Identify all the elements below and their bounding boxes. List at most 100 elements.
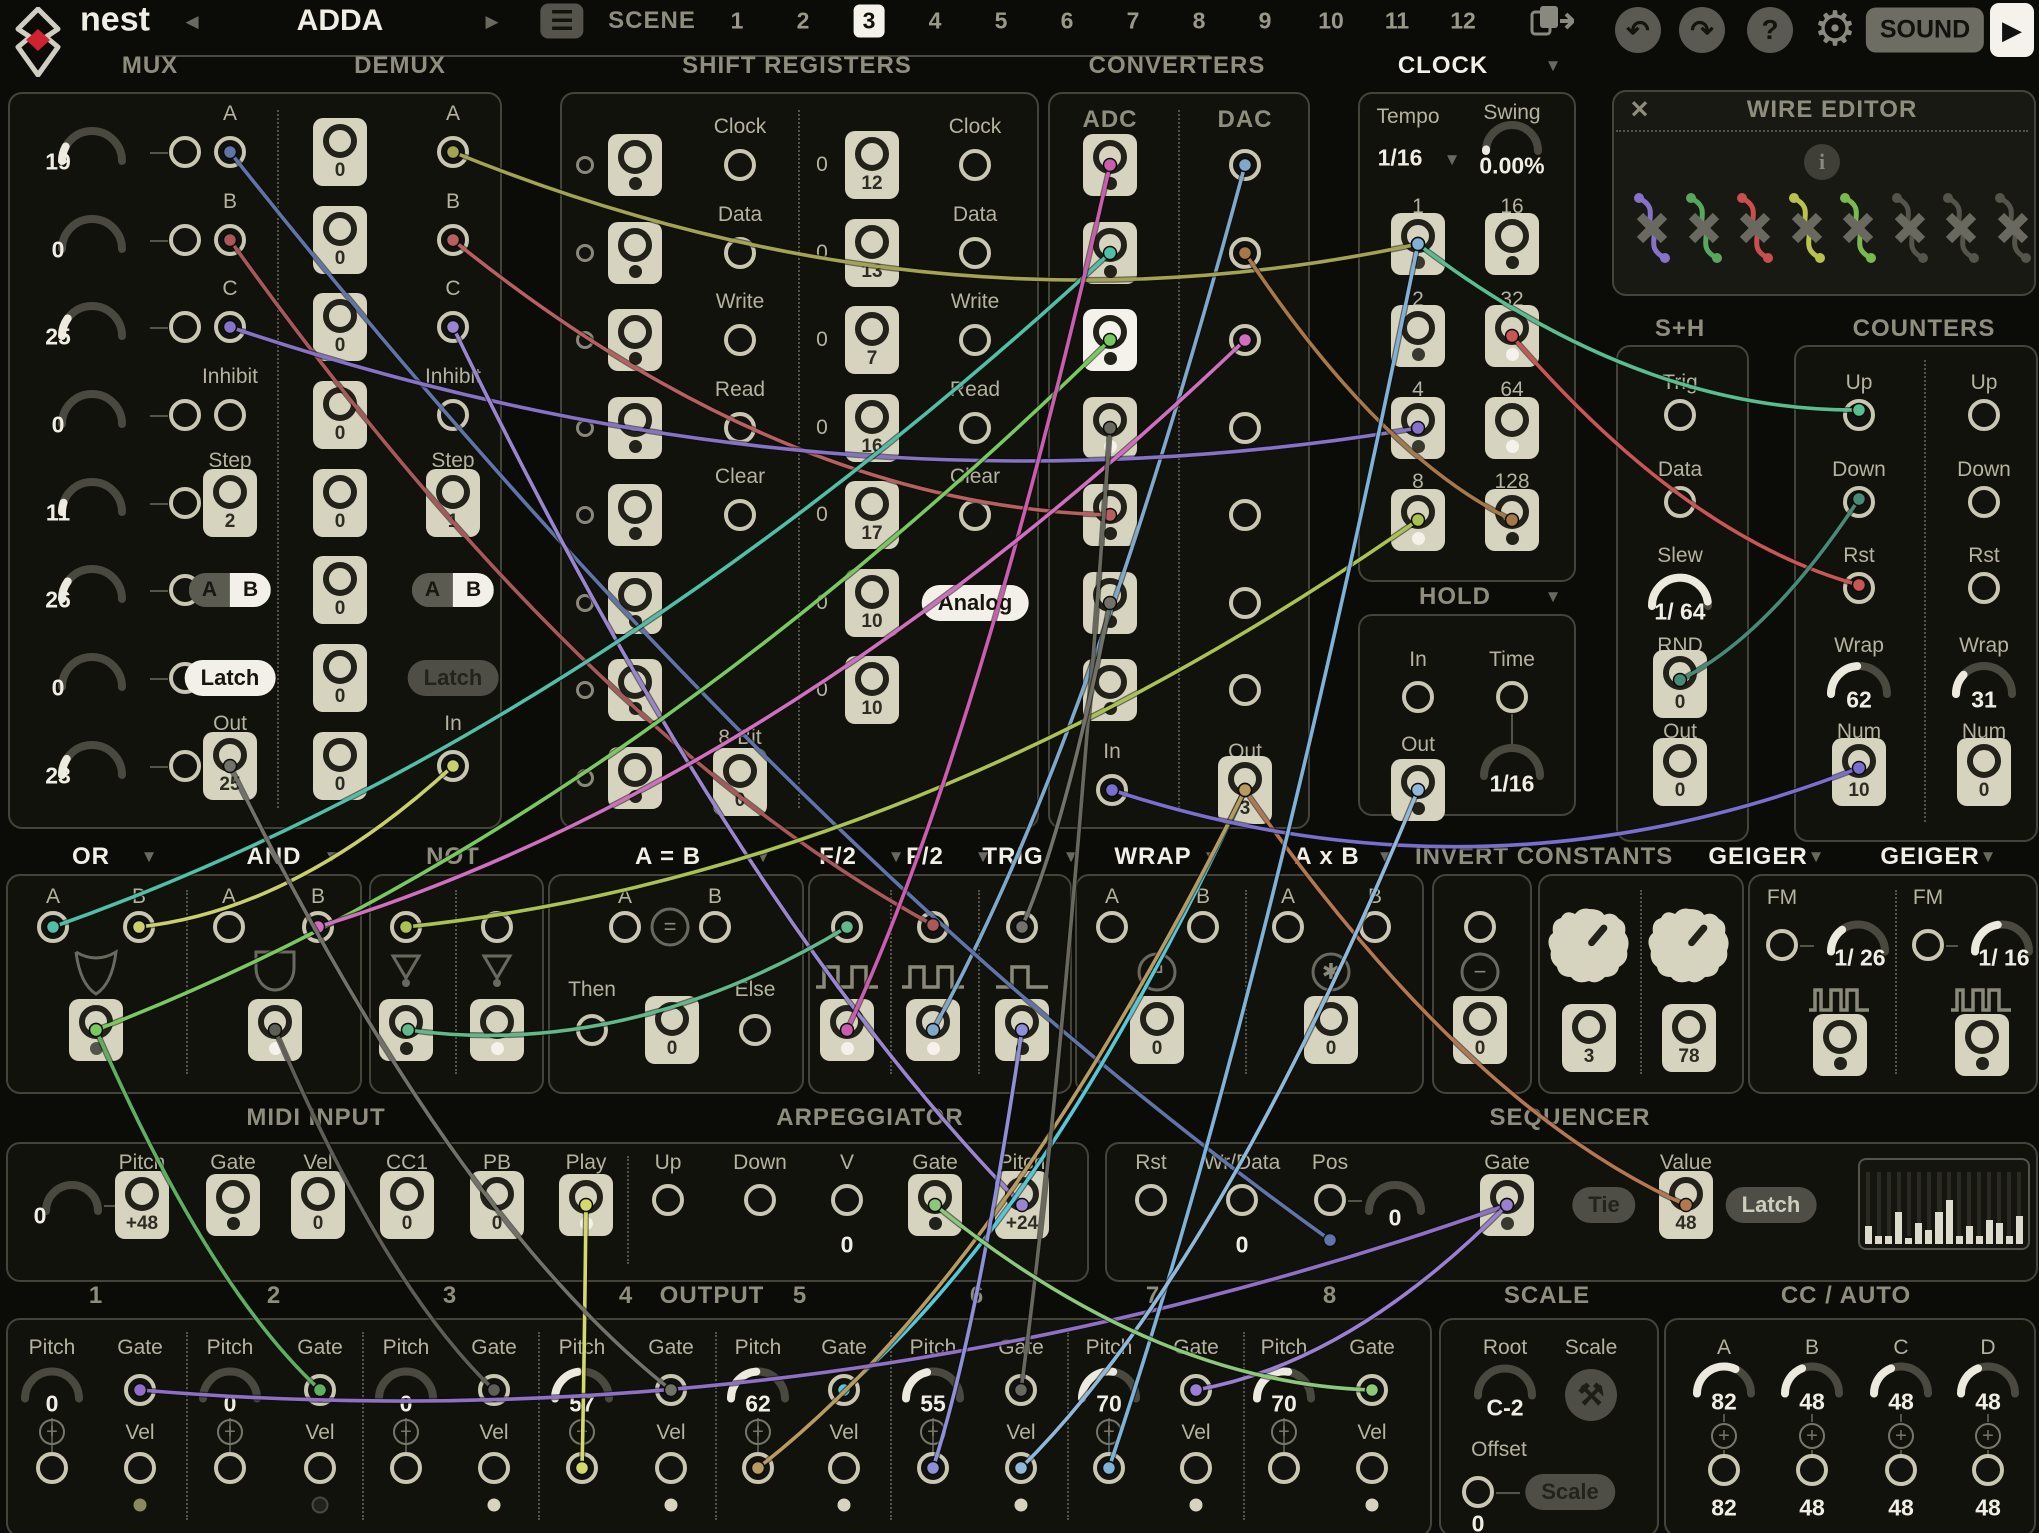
adc-socket-1[interactable] <box>1083 134 1137 196</box>
mux-latch-button[interactable]: Latch <box>185 660 276 696</box>
aeb-then-port[interactable] <box>576 1014 608 1046</box>
midi-gate-socket[interactable] <box>206 1174 260 1236</box>
and-dropdown-icon[interactable]: ▼ <box>324 847 341 867</box>
scene-11[interactable]: 11 <box>1376 5 1418 38</box>
hold-dropdown-icon[interactable]: ▼ <box>1545 587 1562 607</box>
invert-out-socket[interactable]: 0 <box>1453 996 1507 1064</box>
geiger1-out-socket[interactable] <box>1813 1014 1867 1076</box>
seq-gate-socket[interactable] <box>1480 1174 1534 1236</box>
ch3-pitch-cv-port[interactable] <box>390 1452 422 1484</box>
mux-ab-b[interactable]: B <box>230 573 271 607</box>
ch3-vel-port[interactable] <box>478 1452 510 1484</box>
cc-c-port[interactable] <box>1885 1454 1917 1486</box>
mux-c-port[interactable] <box>214 311 246 343</box>
cc-b-port[interactable] <box>1796 1454 1828 1486</box>
counter2-down-port[interactable] <box>1968 486 2000 518</box>
arp-gate-socket[interactable] <box>908 1174 962 1236</box>
shiftL-socket-8[interactable] <box>608 747 662 809</box>
ch7-gate-port[interactable] <box>1180 1374 1212 1406</box>
constant-out-socket-1[interactable]: 3 <box>1562 1004 1616 1072</box>
ch3-gate-port[interactable] <box>478 1374 510 1406</box>
aeb-a-port[interactable] <box>609 911 641 943</box>
shiftL-socket-4[interactable] <box>608 397 662 459</box>
mux-b-port[interactable] <box>214 224 246 256</box>
demux-ab-a[interactable]: A <box>412 573 453 607</box>
counter1-num-socket[interactable]: 10 <box>1832 738 1886 806</box>
ch7-vel-port[interactable] <box>1180 1452 1212 1484</box>
ch4-vel-port[interactable] <box>655 1452 687 1484</box>
shiftL-socket-2[interactable] <box>608 222 662 284</box>
geiger2-dropdown-icon[interactable]: ▼ <box>1980 847 1997 867</box>
or-dropdown-icon[interactable]: ▼ <box>141 847 158 867</box>
geiger2-out-socket[interactable] <box>1955 1014 2009 1076</box>
clock-div-64-socket[interactable] <box>1485 397 1539 459</box>
mux-knob-4[interactable] <box>57 387 127 431</box>
demux-slot-socket-6[interactable]: 0 <box>313 556 367 624</box>
sh-rnd-socket[interactable]: 0 <box>1653 650 1707 718</box>
hold-out-socket[interactable] <box>1391 759 1445 821</box>
ch6-gate-port[interactable] <box>1005 1374 1037 1406</box>
scale-tools-icon[interactable]: ⚒ <box>1565 1369 1617 1421</box>
wire-slot-4[interactable] <box>1784 188 1830 268</box>
midi-knob[interactable] <box>41 1178 103 1218</box>
shiftL-mini-port-6[interactable] <box>576 594 594 612</box>
wire-slot-7[interactable] <box>1938 188 1984 268</box>
sh-trig-port[interactable] <box>1664 399 1696 431</box>
help-icon[interactable]: ? <box>1747 7 1793 53</box>
sh-data-port[interactable] <box>1664 486 1696 518</box>
or-out-socket[interactable] <box>69 999 123 1061</box>
wire-editor-close-icon[interactable]: ✕ <box>1629 96 1650 125</box>
copy-scene-icon[interactable] <box>1530 4 1574 38</box>
constant-knob-2[interactable] <box>1647 903 1731 987</box>
shiftR-write-port[interactable] <box>959 324 991 356</box>
demux-slot-socket-3[interactable]: 0 <box>313 293 367 361</box>
dac-port-6[interactable] <box>1229 587 1261 619</box>
demux-slot-socket-8[interactable]: 0 <box>313 732 367 800</box>
shiftL-mini-port-8[interactable] <box>576 769 594 787</box>
seq-wrdata-port[interactable] <box>1226 1184 1258 1216</box>
geiger1-fm-port[interactable] <box>1766 929 1798 961</box>
f2b-out-socket[interactable] <box>906 999 960 1061</box>
demux-ab-b[interactable]: B <box>453 573 494 607</box>
and-a-port[interactable] <box>213 911 245 943</box>
shift-analog-button[interactable]: Analog <box>922 585 1029 621</box>
f2b-in-port[interactable] <box>917 911 949 943</box>
ch8-vel-port[interactable] <box>1356 1452 1388 1484</box>
shiftL-mini-port-2[interactable] <box>576 244 594 262</box>
mux-out-socket[interactable]: 25 <box>203 732 257 800</box>
shiftL-mini-port-7[interactable] <box>576 681 594 699</box>
wire-slot-1[interactable] <box>1629 188 1675 268</box>
shiftL-mini-port-4[interactable] <box>576 419 594 437</box>
f2a-dropdown-icon[interactable]: ▼ <box>888 847 905 867</box>
dac-out-socket[interactable]: 3 <box>1218 756 1272 824</box>
shiftR-socket-6[interactable]: 10 <box>845 569 899 637</box>
not1-out-socket[interactable] <box>379 999 433 1061</box>
clock-div-128-socket[interactable] <box>1485 489 1539 551</box>
shiftL-socket-6[interactable] <box>608 572 662 634</box>
mux-ab-a[interactable]: A <box>189 573 230 607</box>
and-out-socket[interactable] <box>248 999 302 1061</box>
ch5-gate-port[interactable] <box>828 1374 860 1406</box>
shiftL-socket-5[interactable] <box>608 484 662 546</box>
aeb-else-port[interactable] <box>739 1014 771 1046</box>
shiftL-clear-port[interactable] <box>724 499 756 531</box>
aeb-b-port[interactable] <box>699 911 731 943</box>
scene-1[interactable]: 1 <box>722 5 753 38</box>
trig-in-port[interactable] <box>1006 911 1038 943</box>
dac-port-5[interactable] <box>1229 499 1261 531</box>
ch4-pitch-cv-port[interactable] <box>566 1452 598 1484</box>
shiftL-data-port[interactable] <box>724 237 756 269</box>
mux-knob-7[interactable] <box>57 650 127 694</box>
demux-c-port[interactable] <box>437 311 469 343</box>
scene-6[interactable]: 6 <box>1052 5 1083 38</box>
midi-vel-socket[interactable]: 0 <box>291 1171 345 1239</box>
scale-quantize-button[interactable]: Scale <box>1525 1474 1615 1510</box>
shiftL-socket-1[interactable] <box>608 134 662 196</box>
demux-step-socket[interactable]: 1 <box>426 469 480 537</box>
geiger1-dropdown-icon[interactable]: ▼ <box>1808 847 1825 867</box>
demux-latch-button[interactable]: Latch <box>408 660 499 696</box>
trig-dropdown-icon[interactable]: ▼ <box>1063 847 1080 867</box>
dac-port-4[interactable] <box>1229 412 1261 444</box>
adc-socket-7[interactable] <box>1083 659 1137 721</box>
sound-button[interactable]: SOUND <box>1866 8 1984 53</box>
